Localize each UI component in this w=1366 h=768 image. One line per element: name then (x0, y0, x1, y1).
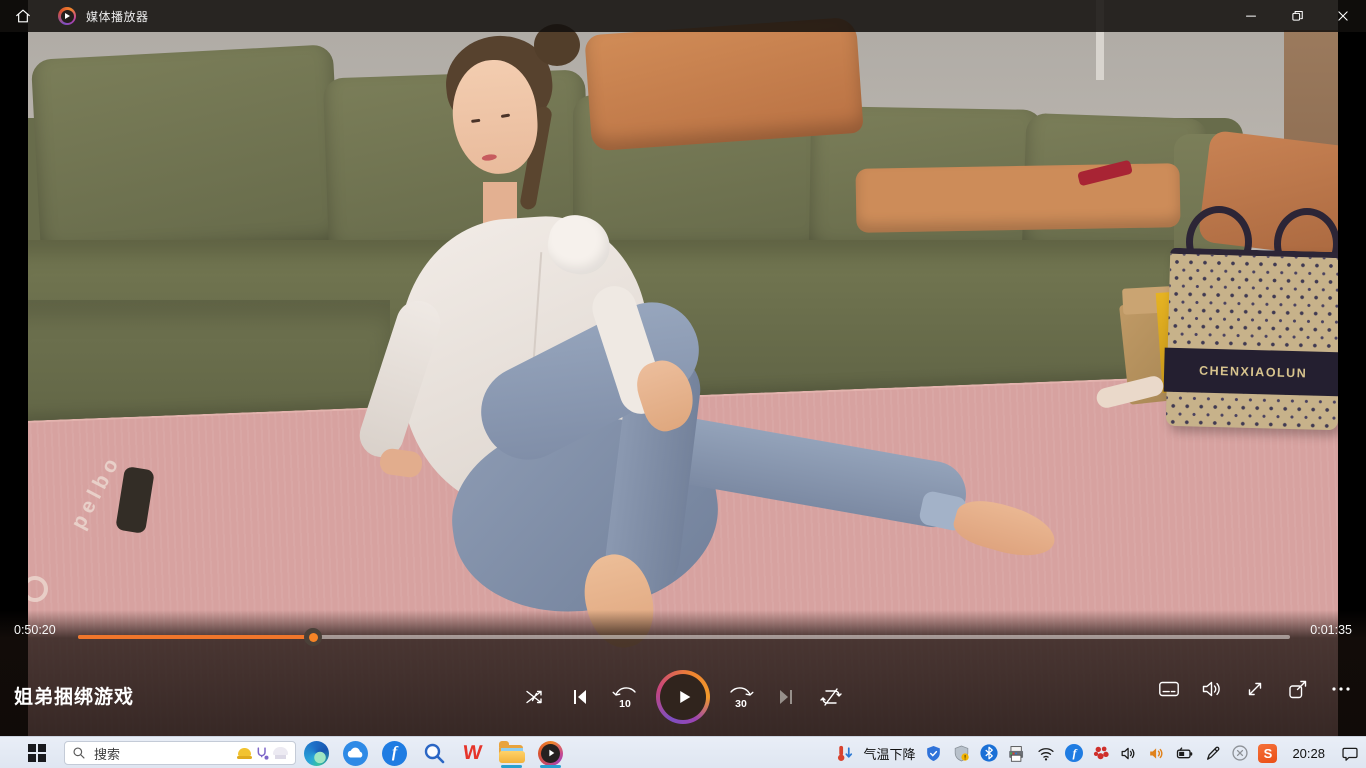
captions-button[interactable] (1156, 676, 1182, 702)
shuffle-off-icon (523, 685, 547, 709)
restore-button[interactable] (1274, 0, 1320, 32)
red-cluster-icon[interactable] (1092, 744, 1110, 762)
left-hand (378, 447, 423, 479)
volume-button[interactable] (1199, 676, 1225, 702)
notification-bubble-icon[interactable] (1340, 744, 1360, 763)
windows-logo-icon (28, 744, 46, 762)
taskbar-flash-button[interactable]: f (381, 737, 408, 768)
home-icon (13, 6, 33, 26)
mini-player-button[interactable] (1285, 676, 1311, 702)
taskbar: 搜索 f W (0, 736, 1366, 768)
taskbar-explorer-button[interactable] (498, 737, 525, 768)
eye (501, 114, 510, 118)
pen-icon[interactable] (1204, 744, 1222, 762)
security-shield-icon[interactable] (924, 744, 943, 763)
transport-controls: 10 30 (518, 670, 848, 724)
weather-thermometer-icon[interactable] (835, 744, 854, 763)
volume-tray-icon[interactable] (1119, 744, 1138, 763)
captions-icon (1157, 677, 1181, 701)
start-button[interactable] (28, 744, 46, 762)
defender-shield-icon[interactable] (952, 744, 971, 763)
eye (471, 119, 480, 123)
sogou-input-icon[interactable]: S (1258, 744, 1277, 763)
cloud-browser-icon (343, 741, 368, 766)
hardhat-icon (237, 747, 252, 759)
battery-icon[interactable] (1175, 745, 1195, 762)
seek-bar[interactable] (78, 635, 1290, 639)
flash-tray-icon[interactable]: f (1065, 744, 1083, 762)
fullscreen-icon (1243, 677, 1267, 701)
taskbar-edge-button[interactable] (303, 737, 330, 768)
video-title: 姐弟捆绑游戏 (14, 682, 134, 709)
next-button-disabled[interactable] (769, 680, 803, 714)
media-player-icon (538, 741, 563, 766)
remaining-time: 0:01:35 (1310, 623, 1352, 637)
lips (481, 153, 497, 161)
folder-icon (499, 743, 525, 763)
seek-thumb[interactable] (304, 628, 322, 646)
system-tray: 气温下降 f S 20:28 (835, 737, 1360, 768)
edge-icon (304, 741, 329, 766)
repeat-off-button[interactable] (814, 680, 848, 714)
search-placeholder: 搜索 (94, 744, 237, 763)
fullscreen-button[interactable] (1242, 676, 1268, 702)
audio-manager-icon[interactable] (1147, 744, 1166, 763)
play-button[interactable] (656, 670, 710, 724)
search-box[interactable]: 搜索 (64, 741, 296, 765)
seek-bar-fill (78, 635, 313, 639)
stethoscope-icon (255, 746, 270, 761)
right-foot (950, 493, 1061, 565)
minimize-icon (1242, 7, 1260, 25)
taskbar-wps-button[interactable]: W (459, 737, 486, 768)
search-icon (72, 746, 86, 760)
taskbar-clock[interactable]: 20:28 (1292, 746, 1325, 761)
wps-icon: W (462, 742, 483, 765)
media-player-window: pelbo CHENXIAOLUN (0, 0, 1366, 768)
minimize-button[interactable] (1228, 0, 1274, 32)
taskbar-cloud-browser-button[interactable] (342, 737, 369, 768)
skip-back-button[interactable]: 10 (608, 680, 642, 714)
volume-icon (1200, 677, 1224, 701)
taskbar-media-player-button[interactable] (537, 737, 564, 768)
wifi-icon[interactable] (1036, 744, 1056, 762)
home-button[interactable] (0, 0, 46, 32)
close-button[interactable] (1320, 0, 1366, 32)
search-highlights[interactable] (237, 746, 288, 761)
titlebar: 媒体播放器 (0, 0, 1366, 32)
app-logo-icon (58, 7, 76, 25)
magnifier-icon (422, 741, 446, 765)
weather-text[interactable]: 气温下降 (863, 744, 915, 763)
skip-forward-button[interactable]: 30 (724, 680, 758, 714)
more-options-button[interactable] (1328, 676, 1354, 702)
play-icon (672, 686, 694, 708)
taskbar-search-app-button[interactable] (420, 737, 447, 768)
elapsed-time: 0:50:20 (14, 623, 56, 637)
restore-icon (1288, 7, 1306, 25)
flash-icon: f (382, 741, 407, 766)
player-controls-overlay: 0:50:20 0:01:35 姐弟捆绑游戏 10 30 (0, 610, 1366, 736)
app-title: 媒体播放器 (86, 8, 149, 25)
next-icon (774, 685, 798, 709)
secondary-controls (1156, 676, 1354, 702)
shuffle-off-button[interactable] (518, 680, 552, 714)
printer-icon[interactable] (1007, 744, 1027, 763)
chef-hat-icon (273, 747, 288, 759)
mini-player-icon (1286, 677, 1310, 701)
bluetooth-icon[interactable] (980, 744, 998, 762)
more-icon (1329, 677, 1353, 701)
skip-back-label: 10 (608, 698, 642, 710)
previous-icon (568, 685, 592, 709)
pinned-apps: f W (303, 737, 564, 768)
previous-button[interactable] (563, 680, 597, 714)
disconnected-icon[interactable] (1231, 744, 1249, 762)
skip-forward-label: 30 (724, 698, 758, 710)
close-icon (1334, 7, 1352, 25)
repeat-off-icon (819, 685, 843, 709)
